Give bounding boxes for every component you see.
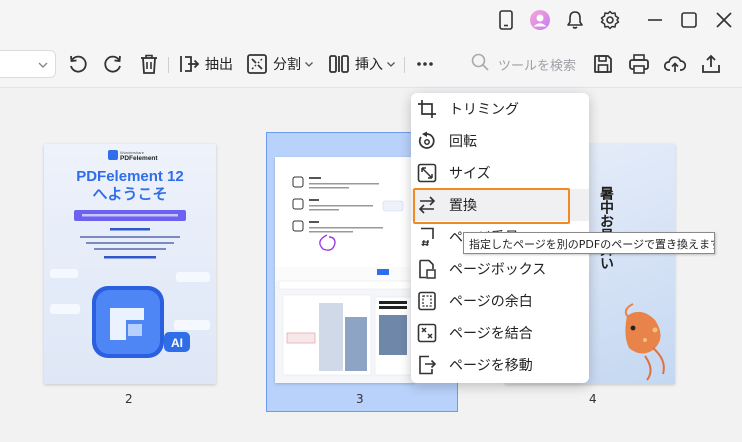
print-button[interactable] (628, 52, 650, 76)
cloud-upload-button[interactable] (664, 52, 686, 76)
menu-item-rotate[interactable]: 回転 (411, 125, 589, 157)
page-number-2: 2 (125, 392, 133, 406)
margin-icon (416, 290, 438, 312)
extract-label: 抽出 (205, 57, 233, 73)
share-icon (700, 53, 722, 75)
avatar[interactable] (528, 8, 552, 32)
ai-badge: AI (171, 336, 183, 350)
welcome-title-1: PDFelement 12 (76, 168, 184, 185)
page-box-icon (416, 258, 438, 280)
menu-item-label: ページを結合 (449, 326, 533, 342)
tool-search[interactable]: ツールを検索 (470, 52, 576, 76)
close-icon[interactable] (712, 8, 736, 32)
search-icon (470, 52, 490, 76)
welcome-title-2: へようこそ (92, 186, 167, 203)
search-placeholder: ツールを検索 (498, 58, 577, 74)
page-thumbnail-2[interactable]: Wondershare PDFelement PDFelement 12 へよう… (44, 144, 216, 384)
merge-icon (416, 322, 438, 344)
cloud-upload-icon (664, 53, 686, 75)
menu-item-page-box[interactable]: ページボックス (411, 253, 589, 285)
replace-tooltip: 指定したページを別のPDFのページで置き換えます。 (463, 232, 715, 254)
menu-item-merge[interactable]: ページを結合 (411, 317, 589, 349)
crop-icon (416, 98, 438, 120)
page-number-4: 4 (589, 392, 597, 406)
page-3-artwork (275, 176, 415, 383)
insert-button[interactable]: 挿入 (328, 52, 396, 76)
chevron-down-icon (37, 56, 49, 75)
print-icon (628, 53, 650, 75)
menu-item-label: ページボックス (449, 262, 547, 278)
trash-icon (138, 53, 160, 75)
menu-item-crop[interactable]: トリミング (411, 93, 589, 125)
toolbar-divider (168, 57, 169, 73)
resize-icon (416, 162, 438, 184)
more-icon (414, 53, 436, 75)
toolbar-divider (404, 57, 405, 73)
chevron-down-icon (386, 59, 396, 69)
split-label: 分割 (273, 57, 301, 73)
menu-item-label: トリミング (449, 102, 519, 118)
delete-button[interactable] (138, 52, 160, 76)
insert-icon (328, 53, 350, 75)
undo-icon (67, 53, 89, 75)
menu-item-margin[interactable]: ページの余白 (411, 285, 589, 317)
chevron-down-icon (304, 59, 314, 69)
share-button[interactable] (700, 52, 722, 76)
insert-label: 挿入 (355, 57, 383, 73)
menu-item-label: ページを移動 (449, 358, 533, 374)
zoom-select[interactable] (0, 50, 56, 78)
page-toolbar: 抽出 分割 挿入 ツールを検索 (0, 42, 742, 88)
rotate-icon (416, 130, 438, 152)
split-icon (246, 53, 268, 75)
tablet-icon[interactable] (494, 8, 518, 32)
menu-item-label: サイズ (449, 166, 491, 182)
redo-button[interactable] (102, 52, 124, 76)
menu-item-label: 回転 (449, 134, 477, 150)
bell-icon[interactable] (563, 8, 587, 32)
app-logo-icon (92, 286, 164, 358)
redo-icon (102, 53, 124, 75)
more-button[interactable] (414, 52, 436, 76)
maximize-icon[interactable] (677, 8, 701, 32)
page-number-icon (416, 226, 438, 248)
extract-button[interactable]: 抽出 (178, 52, 233, 76)
title-bar (0, 0, 742, 42)
menu-item-size[interactable]: サイズ (411, 157, 589, 189)
save-icon (592, 53, 614, 75)
move-page-icon (416, 354, 438, 376)
brand-name: PDFelement (120, 155, 158, 162)
greeting-text: 暑中お見舞い (598, 186, 615, 270)
highlight-outline (413, 188, 570, 224)
split-button[interactable]: 分割 (246, 52, 314, 76)
menu-item-move-page[interactable]: ページを移動 (411, 349, 589, 381)
page-number-3: 3 (356, 392, 364, 406)
page-2-artwork: Wondershare PDFelement PDFelement 12 へよう… (50, 150, 210, 358)
menu-item-label: ページの余白 (449, 294, 533, 310)
save-button[interactable] (592, 52, 614, 76)
gear-icon[interactable] (598, 8, 622, 32)
extract-icon (178, 53, 200, 75)
page-thumbnail-3[interactable] (275, 157, 415, 383)
undo-button[interactable] (67, 52, 89, 76)
minimize-icon[interactable] (643, 8, 667, 32)
